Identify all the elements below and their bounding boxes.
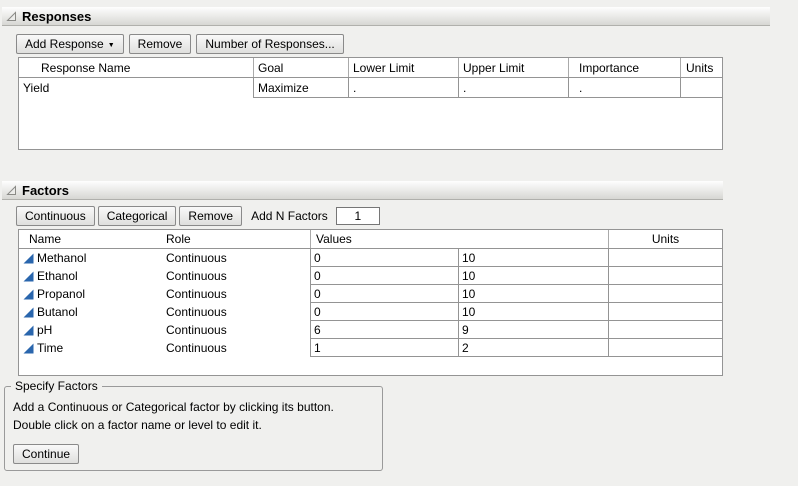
factor-value-low-cell[interactable]: 0 <box>310 267 458 285</box>
factor-units-cell[interactable] <box>608 249 722 267</box>
factor-row: Methanol Continuous 0 10 <box>19 249 722 267</box>
continuous-factor-icon <box>23 325 34 336</box>
specify-instruction-line2: Double click on a factor name or level t… <box>13 416 374 434</box>
factor-value-low-cell[interactable]: 0 <box>310 303 458 321</box>
factors-toolbar: Continuous Categorical Remove Add N Fact… <box>16 206 380 226</box>
factors-panel-title: Factors <box>22 183 69 198</box>
factor-role-cell[interactable]: Continuous <box>161 285 310 303</box>
factor-role-cell[interactable]: Continuous <box>161 339 310 357</box>
add-response-label: Add Response <box>25 37 104 51</box>
factor-name: Methanol <box>37 251 86 265</box>
factor-name: Butanol <box>37 305 78 319</box>
factor-role-cell[interactable]: Continuous <box>161 303 310 321</box>
continuous-factor-icon <box>23 307 34 318</box>
col-header-units: Units <box>680 58 722 77</box>
factor-value-high-cell[interactable]: 2 <box>458 339 608 357</box>
factor-name: Ethanol <box>37 269 78 283</box>
factor-value-low-cell[interactable]: 6 <box>310 321 458 339</box>
col-header-values: Values <box>310 230 608 248</box>
responses-table-header-row: Response Name Goal Lower Limit Upper Lim… <box>19 58 722 78</box>
responses-toolbar: Add Response ▼ Remove Number of Response… <box>16 34 344 54</box>
col-header-role: Role <box>161 230 310 248</box>
add-n-factors-input[interactable] <box>336 207 380 225</box>
responses-panel-header[interactable]: Responses <box>2 7 770 26</box>
factor-value-high-cell[interactable]: 10 <box>458 267 608 285</box>
specify-factors-group: Specify Factors Add a Continuous or Cate… <box>4 386 383 471</box>
response-upper-cell[interactable]: . <box>458 78 568 98</box>
response-goal-cell[interactable]: Maximize <box>253 78 348 98</box>
factors-table-header-row: Name Role Values Units <box>19 230 722 249</box>
factor-name: Propanol <box>37 287 85 301</box>
factor-units-cell[interactable] <box>608 285 722 303</box>
collapse-triangle-icon[interactable] <box>6 185 17 196</box>
factor-units-cell[interactable] <box>608 267 722 285</box>
factor-value-high-cell[interactable]: 10 <box>458 285 608 303</box>
dropdown-arrow-icon: ▼ <box>108 42 115 49</box>
factor-value-high-cell[interactable]: 9 <box>458 321 608 339</box>
response-name-cell[interactable]: Yield <box>19 78 253 98</box>
factor-value-high-cell[interactable]: 10 <box>458 249 608 267</box>
response-importance-cell[interactable]: . <box>568 78 680 98</box>
continuous-factor-icon <box>23 289 34 300</box>
col-header-importance: Importance <box>568 58 680 77</box>
col-header-goal: Goal <box>253 58 348 77</box>
collapse-triangle-icon[interactable] <box>6 11 17 22</box>
factor-value-high-cell[interactable]: 10 <box>458 303 608 321</box>
factor-row: Propanol Continuous 0 10 <box>19 285 722 303</box>
continuous-button[interactable]: Continuous <box>16 206 95 226</box>
add-n-factors-label: Add N Factors <box>251 209 328 223</box>
factor-name-cell[interactable]: Time <box>19 339 161 357</box>
factor-row: Ethanol Continuous 0 10 <box>19 267 722 285</box>
factor-role-cell[interactable]: Continuous <box>161 321 310 339</box>
responses-panel-title: Responses <box>22 9 91 24</box>
factor-role-cell[interactable]: Continuous <box>161 267 310 285</box>
col-header-units: Units <box>608 230 722 248</box>
factor-value-low-cell[interactable]: 0 <box>310 249 458 267</box>
factor-name: pH <box>37 323 52 337</box>
factor-units-cell[interactable] <box>608 321 722 339</box>
factor-role-cell[interactable]: Continuous <box>161 249 310 267</box>
continuous-factor-icon <box>23 253 34 264</box>
specify-instruction-line1: Add a Continuous or Categorical factor b… <box>13 398 374 416</box>
specify-factors-legend: Specify Factors <box>11 379 102 393</box>
factor-units-cell[interactable] <box>608 339 722 357</box>
number-of-responses-button[interactable]: Number of Responses... <box>196 34 343 54</box>
factor-name-cell[interactable]: Methanol <box>19 249 161 267</box>
response-row: Yield Maximize . . . <box>19 78 722 98</box>
factor-units-cell[interactable] <box>608 303 722 321</box>
factor-name-cell[interactable]: Ethanol <box>19 267 161 285</box>
add-response-button[interactable]: Add Response ▼ <box>16 34 124 54</box>
continuous-factor-icon <box>23 343 34 354</box>
factor-value-low-cell[interactable]: 0 <box>310 285 458 303</box>
factor-row: Time Continuous 1 2 <box>19 339 722 357</box>
factor-name: Time <box>37 341 63 355</box>
response-lower-cell[interactable]: . <box>348 78 458 98</box>
factors-panel-header[interactable]: Factors <box>2 181 723 200</box>
factor-value-low-cell[interactable]: 1 <box>310 339 458 357</box>
remove-response-button[interactable]: Remove <box>129 34 192 54</box>
factor-name-cell[interactable]: pH <box>19 321 161 339</box>
factor-name-cell[interactable]: Butanol <box>19 303 161 321</box>
col-header-upper-limit: Upper Limit <box>458 58 568 77</box>
responses-table: Response Name Goal Lower Limit Upper Lim… <box>18 57 723 150</box>
continue-button[interactable]: Continue <box>13 444 79 464</box>
col-header-name: Name <box>19 230 161 248</box>
continuous-factor-icon <box>23 271 34 282</box>
factors-table: Name Role Values Units Methanol Continuo… <box>18 229 723 376</box>
response-units-cell[interactable] <box>680 78 722 98</box>
factor-row: pH Continuous 6 9 <box>19 321 722 339</box>
col-header-response-name: Response Name <box>19 58 253 77</box>
col-header-lower-limit: Lower Limit <box>348 58 458 77</box>
categorical-button[interactable]: Categorical <box>98 206 177 226</box>
remove-factor-button[interactable]: Remove <box>179 206 242 226</box>
factor-row: Butanol Continuous 0 10 <box>19 303 722 321</box>
factor-name-cell[interactable]: Propanol <box>19 285 161 303</box>
